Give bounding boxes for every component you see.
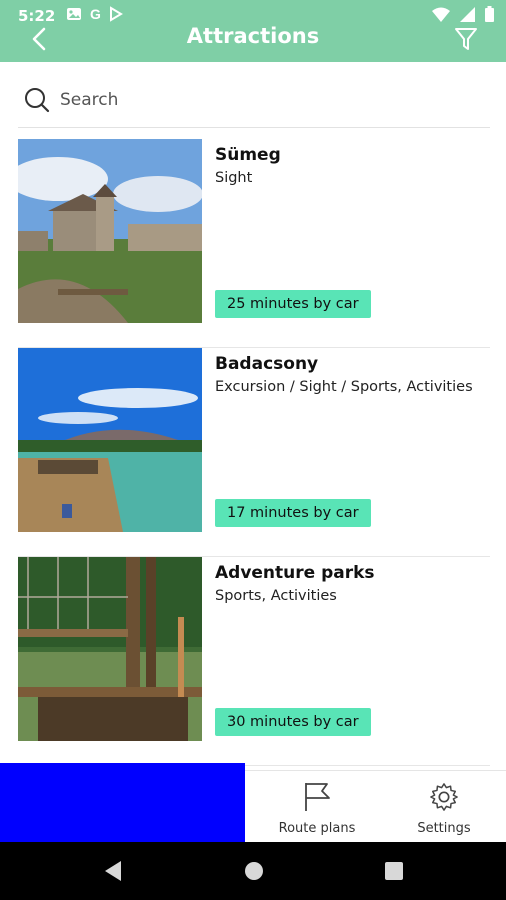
attraction-image-sumeg[interactable] [18,139,202,323]
flag-icon [305,783,330,811]
photo-icon [66,6,82,26]
attraction-image-adventure-parks[interactable] [18,557,202,741]
google-icon: G [90,6,101,22]
gear-icon [430,783,458,811]
travel-time-badge: 30 minutes by car [215,708,371,736]
wifi-icon [432,7,450,26]
travel-time-badge: 17 minutes by car [215,499,371,527]
app-header: 5:22 G Attractions [0,0,506,62]
nav-item-route-plans[interactable]: Route plans [262,781,372,837]
attraction-card[interactable]: Sümeg Sight 25 minutes by car [18,139,490,348]
travel-time-badge: 25 minutes by car [215,290,371,318]
search-icon [25,88,50,113]
attraction-name: Sümeg [215,145,281,165]
play-icon [109,6,123,26]
attraction-category: Excursion / Sight / Sports, Activities [215,379,473,395]
attraction-category: Sports, Activities [215,588,337,604]
attraction-category: Sight [215,170,253,186]
system-nav-bar [0,842,506,900]
attraction-card[interactable]: Adventure parks Sports, Activities 30 mi… [18,557,490,766]
search-bar[interactable] [18,80,490,128]
bottom-nav: Route plans Settings [0,763,506,843]
back-triangle-icon[interactable] [101,859,125,883]
nav-item-settings[interactable]: Settings [389,781,499,837]
status-time: 5:22 [18,7,56,25]
blue-ad-block [0,763,245,843]
nav-label-route-plans: Route plans [278,821,356,836]
battery-icon [485,6,494,26]
signal-icon [460,6,475,26]
filter-button[interactable] [454,26,478,52]
filter-icon [455,28,477,50]
attraction-name: Badacsony [215,354,319,374]
search-input[interactable] [60,88,460,112]
status-right-icons [432,6,494,26]
attraction-name: Adventure parks [215,563,375,583]
home-circle-icon[interactable] [242,859,266,883]
page-title: Attractions [186,24,320,48]
attraction-image-badacsony[interactable] [18,348,202,532]
recents-square-icon[interactable] [382,859,406,883]
status-left-icons: G [66,6,123,26]
attraction-card[interactable]: Badacsony Excursion / Sight / Sports, Ac… [18,348,490,557]
nav-label-settings: Settings [417,821,471,836]
